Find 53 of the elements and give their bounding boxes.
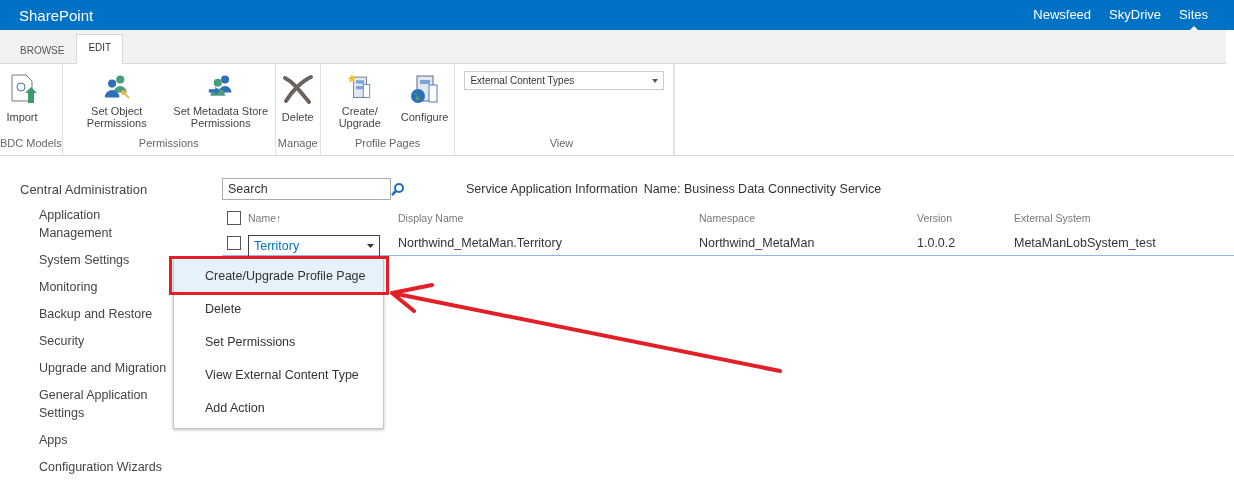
view-dropdown[interactable]: External Content Types — [464, 71, 665, 90]
table-cell-text: 1.0.0.2 — [917, 235, 957, 250]
menu-item[interactable]: Add Action — [174, 392, 383, 425]
top-nav-link[interactable]: Sites — [1179, 0, 1208, 30]
ribbon-button[interactable]: Configure — [397, 71, 452, 131]
nav-link[interactable]: Security — [20, 332, 173, 350]
ribbon-button[interactable]: Import — [3, 71, 41, 131]
ribbon-group-label: Profile Pages — [353, 137, 422, 151]
nav-link[interactable]: Upgrade and Migration — [20, 359, 173, 377]
column-header[interactable]: Display Name — [398, 212, 464, 224]
row-checkbox[interactable] — [227, 235, 241, 250]
menu-item[interactable]: View External Content Type — [174, 359, 383, 392]
column-header[interactable]: External System — [1014, 212, 1091, 224]
ribbon-group-label: BDC Models — [0, 137, 62, 151]
nav-link[interactable]: Apps — [20, 431, 173, 449]
menu-item[interactable]: Set Permissions — [174, 326, 383, 359]
ribbon-group-label: View — [548, 137, 575, 151]
table-cell-text: Northwind_MetaMan.Territory — [398, 235, 563, 250]
ribbon-button[interactable]: Create/ Upgrade — [323, 71, 396, 131]
top-nav-link[interactable]: Newsfeed — [1033, 0, 1092, 30]
nav-link[interactable]: General Application Settings — [20, 386, 173, 422]
top-nav-link[interactable]: SkyDrive — [1109, 0, 1162, 30]
ribbon-group-label: Manage — [276, 137, 319, 151]
search-field[interactable]: Search — [222, 178, 391, 200]
nav-link[interactable]: Application Management — [20, 206, 173, 242]
brand-title: SharePoint — [19, 6, 94, 24]
nav-heading-link[interactable]: Central Administration — [20, 182, 222, 197]
column-header[interactable]: Version — [917, 212, 953, 224]
x-mark-icon — [281, 73, 314, 105]
item-name-link[interactable]: Territory — [248, 235, 380, 256]
menu-item[interactable]: Create/Upgrade Profile Page — [174, 260, 383, 293]
caret-icon — [652, 78, 659, 83]
select-all-checkbox[interactable] — [227, 211, 241, 225]
table-cell-text: Northwind_MetaMan — [699, 235, 816, 250]
info-label: Service Application Information — [466, 182, 638, 196]
menu-item[interactable]: Delete — [174, 293, 383, 326]
ribbon-button[interactable]: Set Object Permissions — [65, 71, 168, 131]
page-globe-icon — [408, 73, 441, 105]
ribbon-group-label: Permissions — [137, 137, 200, 151]
service-name: Name: Business Data Connectivity Service — [643, 182, 882, 196]
search-icon[interactable] — [391, 182, 404, 196]
ribbon-tab[interactable]: BROWSE — [8, 37, 77, 64]
ribbon-button[interactable]: Set Metadata Store Permissions — [169, 71, 272, 131]
nav-link[interactable]: Backup and Restore — [20, 305, 173, 323]
nav-link[interactable]: System Settings — [20, 251, 173, 269]
ribbon-button[interactable]: Delete — [278, 71, 317, 131]
table-cell-text: MetaManLobSystem_test — [1014, 235, 1157, 250]
nav-link[interactable]: Configuration Wizards — [20, 458, 173, 476]
column-header[interactable]: Name↑ — [248, 212, 282, 224]
nav-link[interactable]: Monitoring — [20, 278, 173, 296]
column-header[interactable]: Namespace — [699, 212, 756, 224]
caret-icon[interactable] — [367, 244, 374, 248]
ribbon-tab[interactable]: EDIT — [76, 34, 124, 64]
